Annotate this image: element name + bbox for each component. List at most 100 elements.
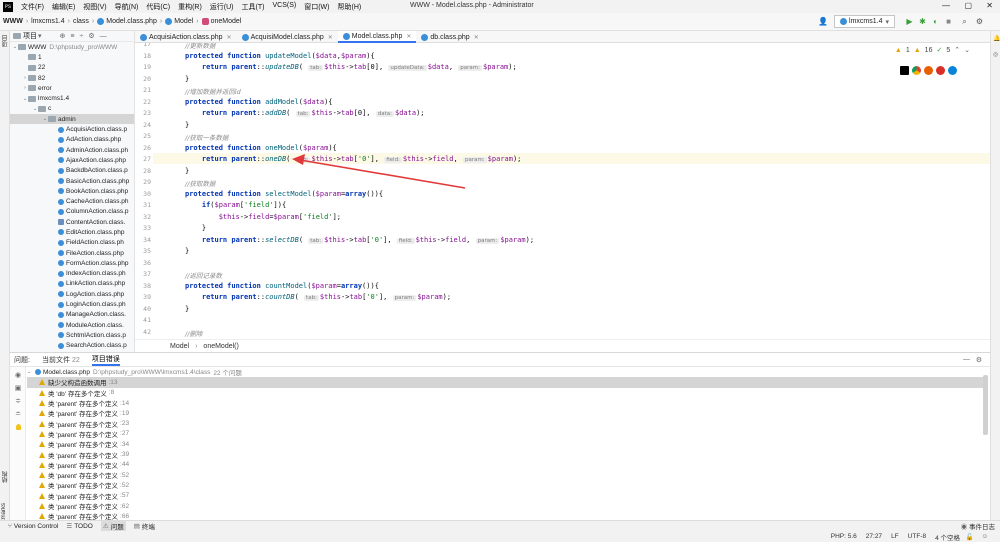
hide-panel-icon[interactable]: —: [100, 33, 107, 40]
tree-file[interactable]: AjaxAction.class.php: [10, 155, 134, 165]
problem-row[interactable]: 类 'parent' 存在多个定义:52: [27, 480, 987, 490]
coverage-icon[interactable]: ◐: [931, 17, 940, 26]
notifications-icon[interactable]: 🔔: [993, 35, 1000, 42]
structure-tool-label[interactable]: 结构: [1, 471, 10, 483]
tree-file[interactable]: ManageAction.class.: [10, 310, 134, 320]
tree-folder[interactable]: › error: [10, 83, 134, 93]
project-tool-label[interactable]: 项目: [1, 35, 10, 47]
problems-tab[interactable]: 问题:: [14, 355, 30, 365]
editor-tab[interactable]: db.class.php ✕: [416, 31, 483, 43]
indent-status[interactable]: 4 个空格: [935, 532, 960, 542]
menu-item[interactable]: 重构(R): [174, 2, 206, 12]
tree-file[interactable]: LoginAction.class.ph: [10, 299, 134, 309]
tree-folder[interactable]: 1: [10, 52, 134, 62]
menu-item[interactable]: 工具(T): [238, 2, 269, 12]
tree-file[interactable]: EditAction.class.php: [10, 227, 134, 237]
database-icon[interactable]: ◎: [993, 51, 998, 58]
tree-file[interactable]: ColumnAction.class.p: [10, 207, 134, 217]
run-icon[interactable]: ▶: [905, 17, 914, 26]
problem-row[interactable]: 类 'parent' 存在多个定义:57: [27, 491, 987, 501]
maximize-button[interactable]: ▢: [964, 1, 972, 10]
problem-row[interactable]: 类 'db' 存在多个定义:8: [27, 388, 987, 398]
caret-position-status[interactable]: 27:27: [866, 533, 882, 540]
problems-settings-icon[interactable]: ⚙: [976, 356, 982, 364]
tree-file[interactable]: BackdbAction.class.p: [10, 166, 134, 176]
tree-file[interactable]: BasicAction.class.php: [10, 176, 134, 186]
code-editor[interactable]: 17 18 19 20 21 22 23 24 25 26 27 28 29 30 31 32 33 34 35 36…: [135, 43, 990, 339]
minimize-button[interactable]: —: [942, 1, 950, 10]
problem-row[interactable]: 类 'parent' 存在多个定义:27: [27, 429, 987, 439]
tree-file[interactable]: ModuleAction.class.: [10, 320, 134, 330]
problem-row[interactable]: 类 'parent' 存在多个定义:14: [27, 398, 987, 408]
close-button[interactable]: ✕: [986, 1, 993, 10]
search-icon[interactable]: ⌕: [960, 17, 969, 26]
problems-tab[interactable]: 当前文件 22: [42, 355, 80, 365]
tree-file[interactable]: AdAction.class.php: [10, 135, 134, 145]
breadcrumb-file[interactable]: Model.class.php: [94, 18, 160, 25]
event-log-button[interactable]: ◉ 事件日志: [961, 521, 995, 531]
editor-tab[interactable]: Model.class.php ✕: [337, 31, 417, 43]
tree-file[interactable]: SchtmlAction.class.p: [10, 330, 134, 340]
problems-hide-icon[interactable]: —: [963, 356, 970, 363]
php-version-status[interactable]: PHP: 5.6: [831, 533, 857, 540]
expand-icon[interactable]: ≑: [14, 398, 22, 406]
problem-row[interactable]: 类 'parent' 存在多个定义:44: [27, 460, 987, 470]
problems-tab[interactable]: 项目错误: [91, 354, 120, 366]
problem-row[interactable]: 类 'parent' 存在多个定义:62: [27, 501, 987, 511]
problem-row[interactable]: 类 'parent' 存在多个定义:23: [27, 418, 987, 429]
menu-item[interactable]: 编辑(E): [48, 2, 79, 12]
collapse-all-icon[interactable]: ≡: [70, 33, 74, 40]
editor-tab[interactable]: AcquisiModel.class.php ✕: [237, 31, 338, 43]
menu-item[interactable]: 视图(V): [79, 2, 110, 12]
problem-row[interactable]: 类 'parent' 存在多个定义:39: [27, 449, 987, 460]
problem-row[interactable]: 类 'parent' 存在多个定义:34: [27, 439, 987, 449]
tree-file[interactable]: AdminAction.class.ph: [10, 145, 134, 155]
tree-file[interactable]: SearchAction.class.p: [10, 341, 134, 351]
project-panel-title[interactable]: 项目: [23, 31, 37, 41]
debug-icon[interactable]: ✱: [918, 17, 927, 26]
todo-tool[interactable]: ☰ TODO: [66, 522, 93, 531]
tree-file[interactable]: CacheAction.class.ph: [10, 196, 134, 206]
tree-folder[interactable]: ⌄ c: [10, 104, 134, 114]
tree-folder[interactable]: ⌄ WWW D:\phpstudy_pro\WWW: [10, 42, 134, 52]
menu-item[interactable]: 帮助(H): [333, 2, 365, 12]
menu-item[interactable]: VCS(S): [268, 2, 300, 12]
eye-icon[interactable]: ◉: [14, 372, 22, 380]
locate-icon[interactable]: ⊕: [60, 32, 66, 40]
collapse-icon[interactable]: ≐: [14, 411, 22, 419]
tree-file[interactable]: FieldAction.class.ph: [10, 238, 134, 248]
breadcrumb-folder[interactable]: lmxcms1.4: [28, 18, 67, 25]
menu-item[interactable]: 导航(N): [111, 2, 143, 12]
editor-breadcrumb-class[interactable]: Model: [170, 343, 189, 350]
editor-breadcrumb-method[interactable]: oneModel(): [203, 343, 238, 350]
inspector-icon[interactable]: ☺: [981, 533, 988, 540]
stop-icon[interactable]: ■: [944, 17, 953, 26]
tree-file[interactable]: BookAction.class.php: [10, 186, 134, 196]
bulb-icon[interactable]: [14, 424, 22, 432]
problem-row[interactable]: 类 'parent' 存在多个定义:52: [27, 470, 987, 480]
problem-row[interactable]: 类 'parent' 存在多个定义:19: [27, 408, 987, 418]
tree-folder[interactable]: › 82: [10, 73, 134, 83]
problems-file-header[interactable]: ⌄ Model.class.php D:\phpstudy_pro\WWW\lm…: [27, 367, 987, 378]
menu-item[interactable]: 窗口(W): [300, 2, 333, 12]
problems-scrollbar[interactable]: [983, 375, 988, 435]
editor-tab[interactable]: AcquisiAction.class.php ✕: [135, 31, 237, 43]
tree-file[interactable]: AcquisiAction.class.p: [10, 124, 134, 134]
close-icon[interactable]: ✕: [406, 33, 411, 40]
preview-icon[interactable]: ▣: [14, 385, 22, 393]
tree-file[interactable]: LinkAction.class.php: [10, 279, 134, 289]
breadcrumb-project[interactable]: WWW: [0, 18, 26, 25]
close-icon[interactable]: ✕: [227, 34, 232, 41]
project-settings-icon[interactable]: ⚙: [88, 32, 94, 40]
problems-tool[interactable]: ⚠ 问题: [100, 521, 126, 531]
user-icon[interactable]: 👤: [818, 17, 828, 26]
tree-folder[interactable]: ⌄ lmxcms1.4: [10, 93, 134, 103]
tree-folder[interactable]: 22: [10, 63, 134, 73]
line-separator-status[interactable]: LF: [891, 533, 899, 540]
encoding-status[interactable]: UTF-8: [908, 533, 926, 540]
terminal-tool[interactable]: ▤ 终端: [134, 521, 155, 531]
problem-row[interactable]: 缺少父构造函数调用:13: [27, 377, 987, 388]
tree-file[interactable]: IndexAction.class.ph: [10, 269, 134, 279]
expand-all-icon[interactable]: ÷: [79, 33, 83, 40]
menu-item[interactable]: 代码(C): [142, 2, 174, 12]
